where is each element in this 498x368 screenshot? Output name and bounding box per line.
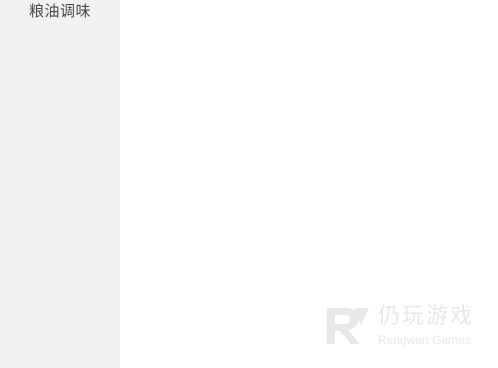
watermark-title-en: Rengwan Games	[377, 333, 471, 347]
category-sidebar: 粮油调味	[0, 0, 120, 368]
watermark-title-cn: 仍玩游戏	[377, 304, 474, 329]
sidebar-item-grain-oil-seasoning[interactable]: 粮油调味	[0, 0, 120, 26]
watermark: 仍玩游戏 Rengwan Games	[324, 304, 474, 348]
sidebar-item-label: 粮油调味	[28, 1, 91, 20]
rengwan-logo-icon	[326, 308, 369, 344]
